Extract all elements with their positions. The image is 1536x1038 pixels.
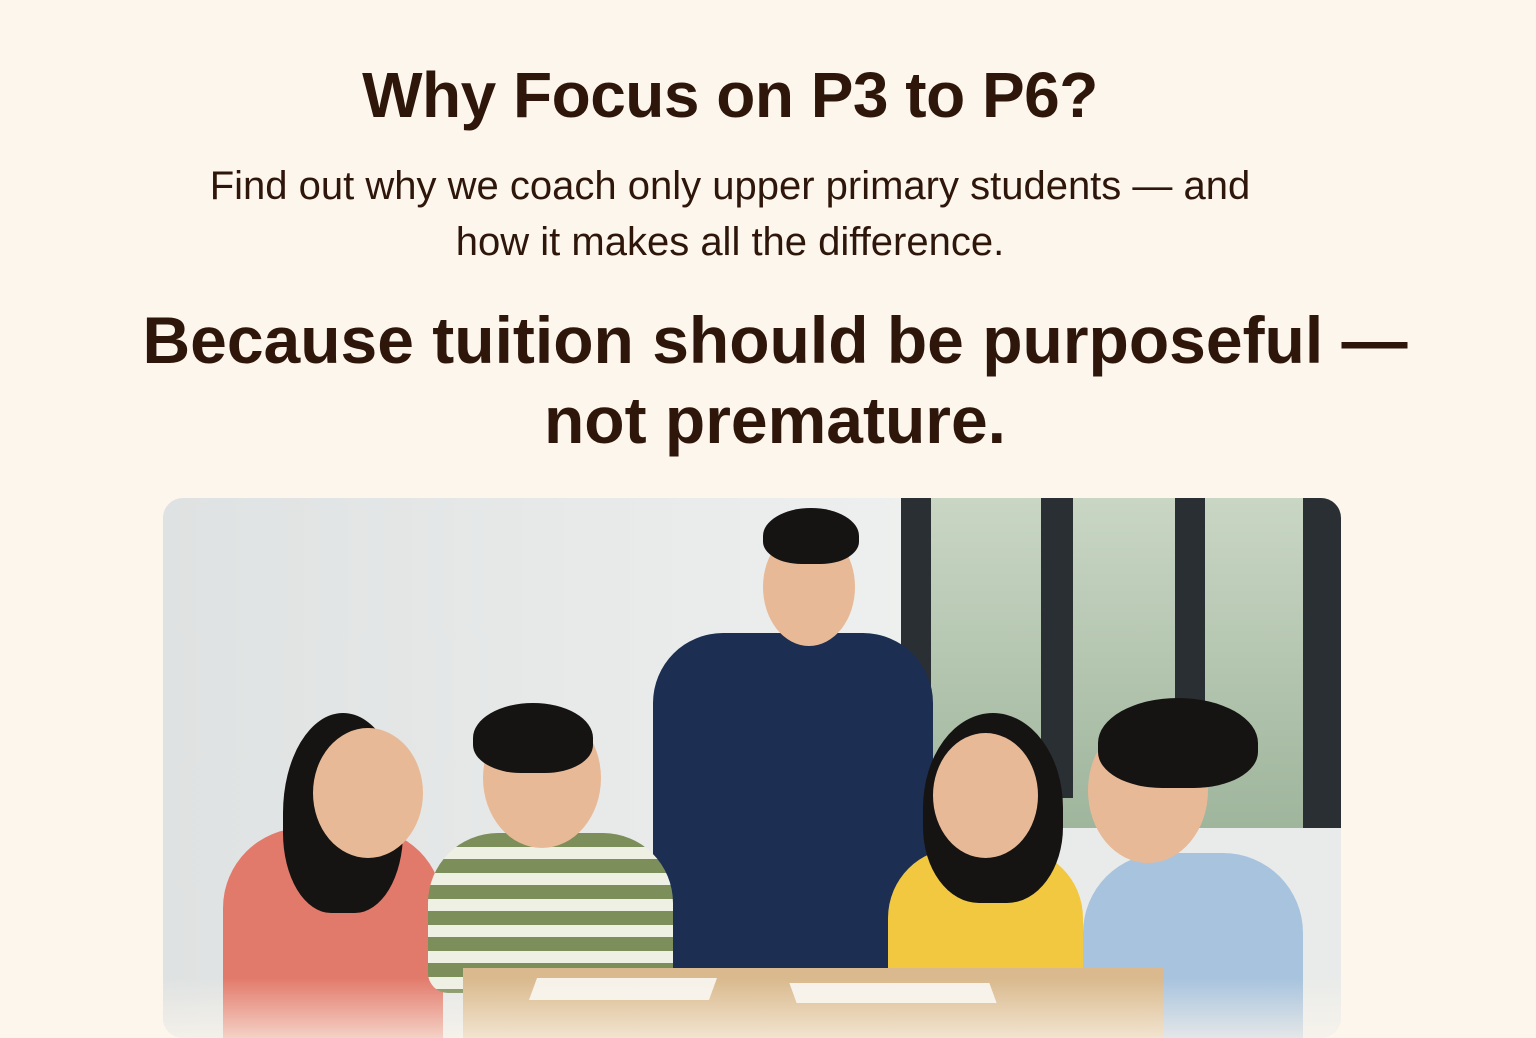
student-hair xyxy=(473,703,593,773)
photo-bottom-fade xyxy=(163,978,1341,1038)
window-frame xyxy=(1303,498,1341,828)
student-head xyxy=(313,728,423,858)
teacher-hair xyxy=(763,508,859,564)
section-headline: Because tuition should be purposeful — n… xyxy=(142,303,1408,457)
page-subtitle: Find out why we coach only upper primary… xyxy=(209,164,1251,264)
student-hair xyxy=(1098,698,1258,788)
classroom-photo xyxy=(163,498,1341,1038)
page-title: Why Focus on P3 to P6? xyxy=(362,59,1098,131)
student-head xyxy=(933,733,1038,858)
